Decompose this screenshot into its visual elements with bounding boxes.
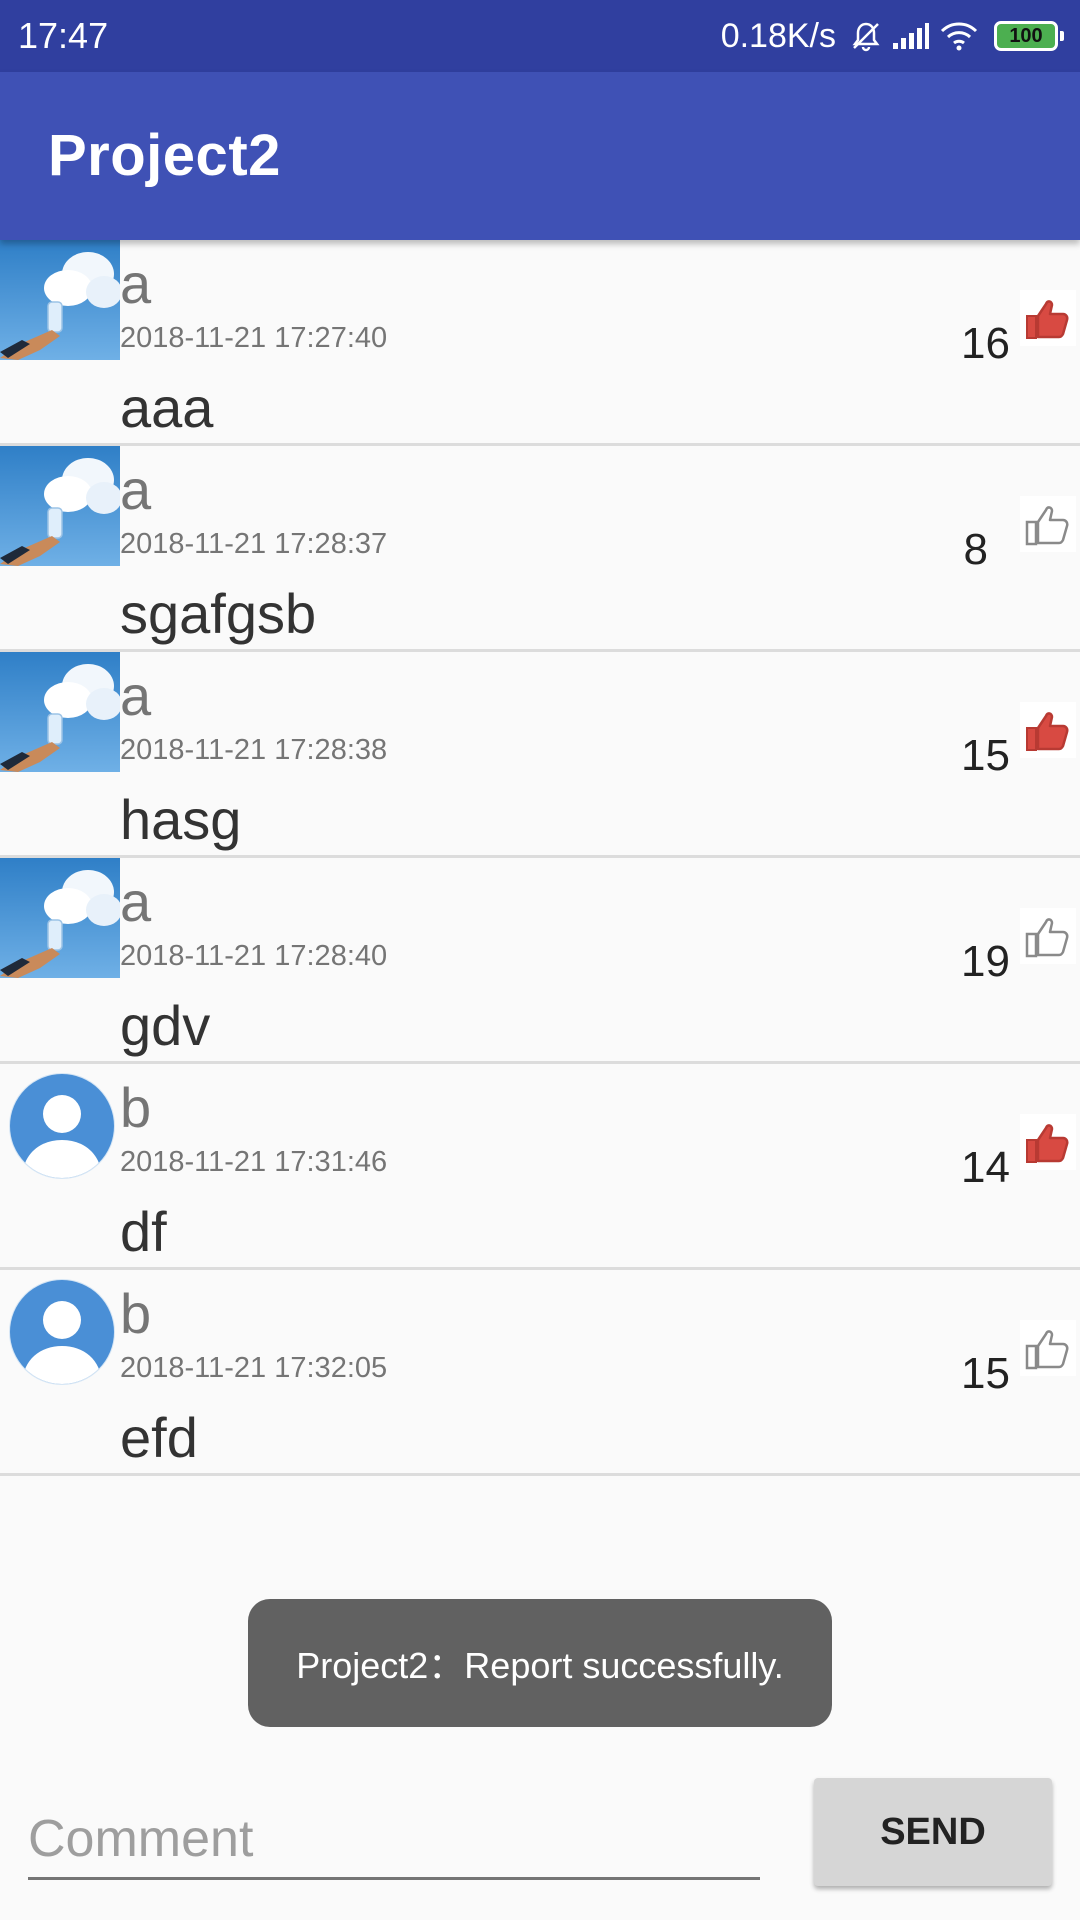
like-count: 16 <box>961 319 1010 368</box>
status-time: 17:47 <box>18 15 109 56</box>
network-speed: 0.18K/s <box>720 16 836 55</box>
like-button[interactable] <box>1020 496 1076 552</box>
comment-timestamp: 2018-11-21 17:32:05 <box>120 1352 388 1384</box>
mute-bell-icon <box>850 20 882 52</box>
like-button[interactable] <box>1020 1320 1076 1376</box>
default-person-avatar[interactable] <box>0 1270 120 1390</box>
comment-timestamp: 2018-11-21 17:31:46 <box>120 1146 388 1178</box>
app-title: Project2 <box>48 123 281 188</box>
like-count: 8 <box>963 525 988 574</box>
sky-photo-avatar[interactable] <box>0 652 120 772</box>
list-item[interactable]: b 2018-11-21 17:32:05 efd 15 <box>0 1270 1080 1476</box>
like-count: 15 <box>961 1349 1010 1398</box>
thumbs-up-outline-icon <box>1025 1330 1069 1370</box>
status-icons: 0.18K/s 100 <box>721 17 1064 56</box>
thumbs-up-outline-icon <box>1025 506 1069 546</box>
thumbs-up-filled-icon <box>1026 1124 1069 1163</box>
list-item[interactable]: a 2018-11-21 17:28:37 sgafgsb 8 <box>0 446 1080 652</box>
list-item[interactable]: b 2018-11-21 17:31:46 df 14 <box>0 1064 1080 1270</box>
like-count: 15 <box>961 731 1010 780</box>
list-item[interactable]: a 2018-11-21 17:28:40 gdv 19 <box>0 858 1080 1064</box>
wifi-icon <box>940 21 978 51</box>
thumbs-up-filled-icon <box>1026 712 1069 751</box>
like-button[interactable] <box>1020 1114 1076 1170</box>
battery-level: 100 <box>994 21 1058 51</box>
comment-text: gdv <box>120 994 211 1057</box>
comment-text: sgafgsb <box>120 582 317 645</box>
list-item[interactable]: a 2018-11-21 17:27:40 aaa 16 <box>0 240 1080 446</box>
like-button[interactable] <box>1020 908 1076 964</box>
send-button[interactable]: SEND <box>814 1778 1052 1886</box>
comment-list: a 2018-11-21 17:27:40 aaa 16 a 2018-11-2… <box>0 240 1080 1476</box>
sky-photo-avatar[interactable] <box>0 446 120 566</box>
comment-timestamp: 2018-11-21 17:28:38 <box>120 734 388 766</box>
sky-photo-avatar[interactable] <box>0 858 120 978</box>
comment-text: efd <box>120 1406 198 1469</box>
author-name: b <box>120 1076 152 1139</box>
thumbs-up-filled-icon <box>1026 300 1069 339</box>
status-bar: 17:47 0.18K/s 100 <box>0 0 1080 72</box>
battery-icon: 100 <box>994 21 1064 51</box>
author-name: a <box>120 664 152 727</box>
like-count: 19 <box>961 937 1010 986</box>
app-bar: Project2 <box>0 72 1080 240</box>
default-person-avatar[interactable] <box>0 1064 120 1184</box>
like-button[interactable] <box>1020 290 1076 346</box>
comment-timestamp: 2018-11-21 17:27:40 <box>120 322 388 354</box>
signal-icon <box>892 21 930 51</box>
author-name: b <box>120 1282 152 1345</box>
like-button[interactable] <box>1020 702 1076 758</box>
thumbs-up-outline-icon <box>1025 918 1069 958</box>
author-name: a <box>120 458 152 521</box>
comment-text: hasg <box>120 788 242 851</box>
author-name: a <box>120 870 152 933</box>
comment-text: df <box>120 1200 167 1263</box>
comment-input[interactable] <box>28 1800 760 1880</box>
like-count: 14 <box>961 1143 1010 1192</box>
comment-timestamp: 2018-11-21 17:28:37 <box>120 528 388 560</box>
comment-timestamp: 2018-11-21 17:28:40 <box>120 940 388 972</box>
list-item[interactable]: a 2018-11-21 17:28:38 hasg 15 <box>0 652 1080 858</box>
comment-text: aaa <box>120 376 214 439</box>
sky-photo-avatar[interactable] <box>0 240 120 360</box>
author-name: a <box>120 252 152 315</box>
toast-message: Project2：Report successfully. <box>248 1599 832 1727</box>
